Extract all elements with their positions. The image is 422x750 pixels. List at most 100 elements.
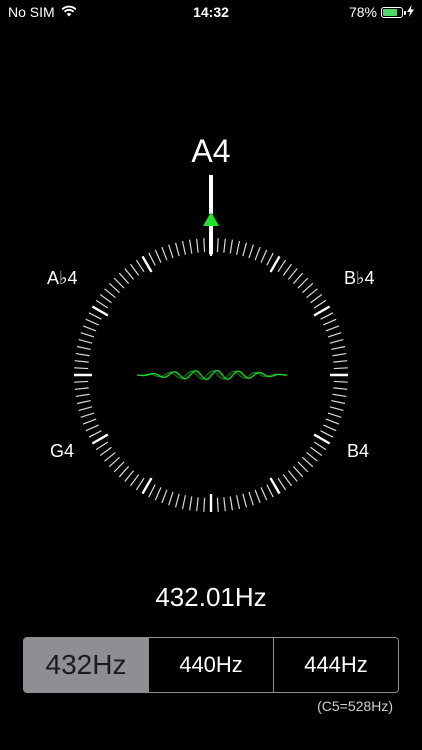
reference-432-button[interactable]: 432Hz bbox=[24, 638, 148, 692]
dial-minor-tick bbox=[223, 497, 226, 512]
dial-minor-tick bbox=[154, 487, 162, 501]
dial-minor-tick bbox=[174, 493, 180, 508]
status-right: 78% bbox=[349, 4, 414, 20]
dial-minor-tick bbox=[76, 399, 91, 405]
dial-minor-tick bbox=[74, 387, 89, 390]
dial-minor-tick bbox=[76, 345, 91, 351]
note-label-upper-right: B♭4 bbox=[344, 268, 375, 288]
dial-minor-tick bbox=[85, 424, 99, 432]
dial-minor-tick bbox=[161, 489, 168, 504]
dial-minor-tick bbox=[277, 477, 287, 491]
dial-minor-tick bbox=[196, 497, 199, 512]
reference-440-button[interactable]: 440Hz bbox=[148, 638, 273, 692]
dial-minor-tick bbox=[188, 496, 193, 511]
dial-minor-tick bbox=[124, 470, 135, 482]
dial-minor-tick bbox=[124, 268, 135, 280]
dial-minor-tick bbox=[235, 240, 241, 255]
dial-minor-tick bbox=[129, 474, 140, 487]
dial-minor-tick bbox=[329, 338, 344, 344]
dial-minor-tick bbox=[282, 263, 293, 276]
dial-minor-tick bbox=[135, 477, 145, 491]
frequency-readout: 432.01Hz bbox=[155, 582, 267, 612]
dial-minor-tick bbox=[168, 491, 174, 506]
dial-minor-tick bbox=[260, 487, 268, 501]
dial-minor-tick bbox=[235, 495, 241, 510]
dial-minor-tick bbox=[148, 484, 156, 498]
dial-major-tick bbox=[269, 477, 281, 495]
dial-major-tick bbox=[269, 255, 281, 273]
dial-minor-tick bbox=[216, 238, 219, 253]
dial-minor-tick bbox=[216, 497, 219, 512]
tuner-screen: No SIM 14:32 78% A4 A♭4 B♭4 G4 B4 432.01… bbox=[0, 0, 422, 750]
dial-minor-tick bbox=[104, 288, 116, 299]
dial-minor-tick bbox=[260, 249, 268, 263]
charging-bolt-icon bbox=[407, 4, 414, 20]
dial-minor-tick bbox=[196, 238, 199, 253]
dial-minor-tick bbox=[297, 461, 309, 473]
reference-pitch-selector: 432Hz 440Hz 444Hz bbox=[23, 637, 399, 693]
dial-minor-tick bbox=[248, 491, 254, 506]
dial-minor-tick bbox=[323, 424, 337, 432]
dial-minor-tick bbox=[327, 332, 342, 338]
dial-minor-tick bbox=[203, 238, 206, 253]
dial-minor-tick bbox=[292, 272, 304, 284]
dial-minor-tick bbox=[148, 252, 156, 266]
dial-minor-tick bbox=[88, 430, 102, 438]
dial-minor-tick bbox=[168, 244, 174, 259]
dial-minor-tick bbox=[174, 242, 180, 257]
dial-minor-tick bbox=[323, 318, 337, 326]
dial-minor-tick bbox=[223, 238, 226, 253]
dial-minor-tick bbox=[229, 496, 234, 511]
note-label-upper-left: A♭4 bbox=[47, 268, 78, 288]
dial-minor-tick bbox=[310, 293, 323, 304]
dial-minor-tick bbox=[320, 312, 334, 320]
dial-minor-tick bbox=[113, 461, 125, 473]
dial-minor-tick bbox=[99, 446, 112, 457]
battery-icon bbox=[381, 6, 406, 18]
dial-major-tick bbox=[91, 433, 109, 445]
dial-minor-tick bbox=[333, 360, 348, 363]
dial-minor-tick bbox=[306, 451, 318, 462]
dial-minor-tick bbox=[129, 263, 140, 276]
dial-minor-tick bbox=[108, 282, 120, 294]
dial-minor-tick bbox=[297, 277, 309, 289]
dial-minor-tick bbox=[254, 489, 261, 504]
reference-444-button[interactable]: 444Hz bbox=[273, 638, 398, 692]
dial-minor-tick bbox=[99, 293, 112, 304]
dial-minor-tick bbox=[282, 474, 293, 487]
dial-minor-tick bbox=[82, 418, 97, 425]
dial-minor-tick bbox=[74, 380, 89, 383]
dial-minor-tick bbox=[95, 299, 109, 309]
dial-major-tick bbox=[91, 305, 109, 317]
dial-minor-tick bbox=[302, 282, 314, 294]
dial-minor-tick bbox=[135, 259, 145, 273]
dial-minor-tick bbox=[95, 441, 109, 451]
dial-minor-tick bbox=[248, 244, 254, 259]
dial-minor-tick bbox=[332, 352, 347, 357]
dial-major-tick bbox=[141, 477, 153, 495]
dial-minor-tick bbox=[78, 406, 93, 412]
battery-tip bbox=[404, 10, 406, 15]
dial-minor-tick bbox=[277, 259, 287, 273]
dial-minor-tick bbox=[80, 332, 95, 338]
dial-minor-tick bbox=[118, 466, 130, 478]
dial-minor-tick bbox=[327, 412, 342, 418]
dial-minor-tick bbox=[154, 249, 162, 263]
dial-minor-tick bbox=[331, 345, 346, 351]
note-label-lower-left: G4 bbox=[50, 441, 75, 461]
dial-minor-tick bbox=[242, 493, 248, 508]
dial-minor-tick bbox=[313, 299, 327, 309]
dial-minor-tick bbox=[306, 288, 318, 299]
reference-note: (C5=528Hz) bbox=[317, 698, 393, 714]
dial-minor-tick bbox=[108, 456, 120, 468]
dial-minor-tick bbox=[80, 412, 95, 418]
dial-minor-tick bbox=[325, 325, 340, 332]
dial-minor-tick bbox=[242, 242, 248, 257]
dial-major-tick bbox=[313, 305, 331, 317]
dial-minor-tick bbox=[88, 312, 102, 320]
status-bar: No SIM 14:32 78% bbox=[0, 0, 422, 24]
dial-minor-tick bbox=[333, 367, 348, 370]
dial-minor-tick bbox=[85, 318, 99, 326]
dial-minor-tick bbox=[287, 268, 298, 280]
dial-minor-tick bbox=[333, 387, 348, 390]
